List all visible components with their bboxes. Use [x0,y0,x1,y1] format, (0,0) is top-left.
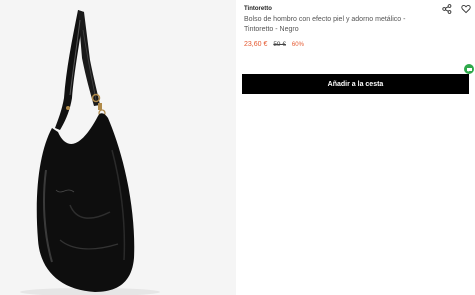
share-icon [441,3,451,14]
original-price: 59 € [273,41,286,48]
current-price: 23,60 € [244,41,268,48]
price-block: 23,60 € 59 € 60% [244,41,304,48]
add-to-cart-button[interactable]: Añadir a la cesta [242,74,469,94]
discount-badge: 60% [291,42,304,48]
brand-name[interactable]: Tintoretto [244,6,272,12]
heart-icon [460,4,471,13]
favorite-button[interactable] [459,2,472,15]
product-image[interactable] [0,0,236,295]
chat-icon [466,67,472,72]
share-button[interactable] [440,2,453,15]
product-title: Bolso de hombro con efecto piel y adorno… [244,16,406,33]
product-info-panel: Tintoretto Bolso de hombro con efecto pi… [242,0,475,295]
handbag-illustration [20,10,160,295]
chat-button[interactable] [464,64,474,74]
